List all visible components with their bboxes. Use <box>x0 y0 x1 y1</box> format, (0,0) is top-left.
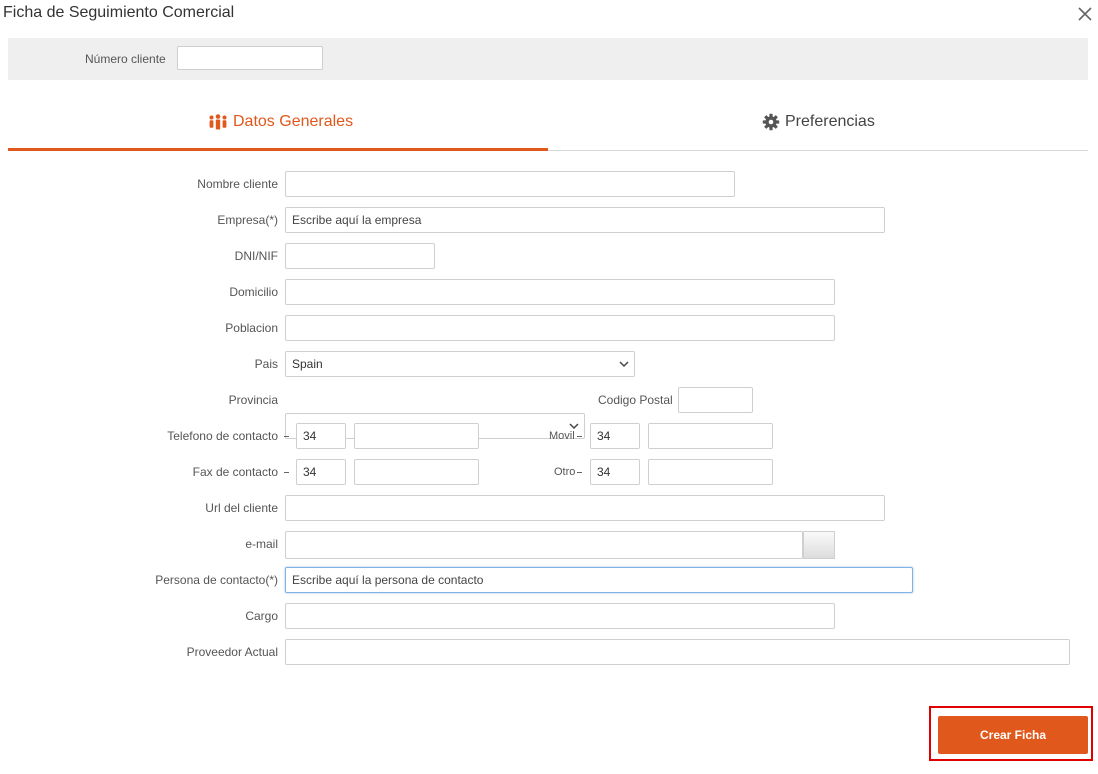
movil-field[interactable] <box>648 423 773 449</box>
fax-field[interactable] <box>354 459 479 485</box>
movil-prefix-field[interactable] <box>590 423 640 449</box>
gear-icon <box>762 113 780 131</box>
client-number-label: Número cliente <box>85 52 166 66</box>
close-button[interactable] <box>1073 3 1097 25</box>
users-icon <box>209 114 227 130</box>
provincia-label: Provincia <box>228 393 278 407</box>
pais-select[interactable]: Spain <box>285 351 635 377</box>
pais-select-wrapper: Spain <box>285 351 635 377</box>
poblacion-label: Poblacion <box>225 321 278 335</box>
empresa-field[interactable] <box>285 207 885 233</box>
tab-datos-generales[interactable]: Datos Generales <box>208 113 353 131</box>
client-number-input[interactable] <box>177 46 323 70</box>
telefono-prefix-field[interactable] <box>296 423 346 449</box>
url-label: Url del cliente <box>205 501 278 515</box>
close-icon <box>1078 7 1092 21</box>
otro-label: Otro <box>554 466 576 478</box>
dash-separator <box>284 436 289 437</box>
codigo-postal-field[interactable] <box>678 387 753 413</box>
pais-label: Pais <box>254 357 278 371</box>
fax-label: Fax de contacto <box>192 465 278 479</box>
active-tab-indicator <box>8 148 548 151</box>
telefono-field[interactable] <box>354 423 479 449</box>
persona-contacto-field[interactable] <box>285 567 913 593</box>
telefono-label: Telefono de contacto <box>167 429 278 443</box>
dash-separator <box>577 436 582 437</box>
nombre-cliente-label: Nombre cliente <box>197 177 278 191</box>
dash-separator <box>284 472 289 473</box>
client-search-bar: Número cliente <box>8 38 1088 80</box>
persona-contacto-label: Persona de contacto(*) <box>155 573 278 587</box>
dialog-title: Ficha de Seguimiento Comercial <box>3 4 235 21</box>
cargo-label: Cargo <box>245 609 278 623</box>
email-field[interactable] <box>285 531 803 559</box>
crear-ficha-button[interactable]: Crear Ficha <box>938 716 1088 754</box>
tab-divider <box>548 150 1088 151</box>
proveedor-field[interactable] <box>285 639 1070 665</box>
empresa-label: Empresa(*) <box>217 213 278 227</box>
dash-separator <box>577 472 582 473</box>
dni-label: DNI/NIF <box>234 249 278 263</box>
url-field[interactable] <box>285 495 885 521</box>
domicilio-label: Domicilio <box>229 285 278 299</box>
cargo-field[interactable] <box>285 603 835 629</box>
otro-field[interactable] <box>648 459 773 485</box>
otro-prefix-field[interactable] <box>590 459 640 485</box>
poblacion-field[interactable] <box>285 315 835 341</box>
email-label: e-mail <box>245 537 278 551</box>
codigo-postal-label: Codigo Postal <box>598 393 673 407</box>
movil-label: Movil <box>549 430 575 442</box>
dni-field[interactable] <box>285 243 435 269</box>
email-action-button[interactable] <box>803 531 835 559</box>
proveedor-label: Proveedor Actual <box>186 645 278 659</box>
tab-label: Preferencias <box>785 113 875 130</box>
domicilio-field[interactable] <box>285 279 835 305</box>
fax-prefix-field[interactable] <box>296 459 346 485</box>
tab-preferencias[interactable]: Preferencias <box>762 113 875 131</box>
nombre-cliente-field[interactable] <box>285 171 735 197</box>
tab-label: Datos Generales <box>233 113 354 130</box>
